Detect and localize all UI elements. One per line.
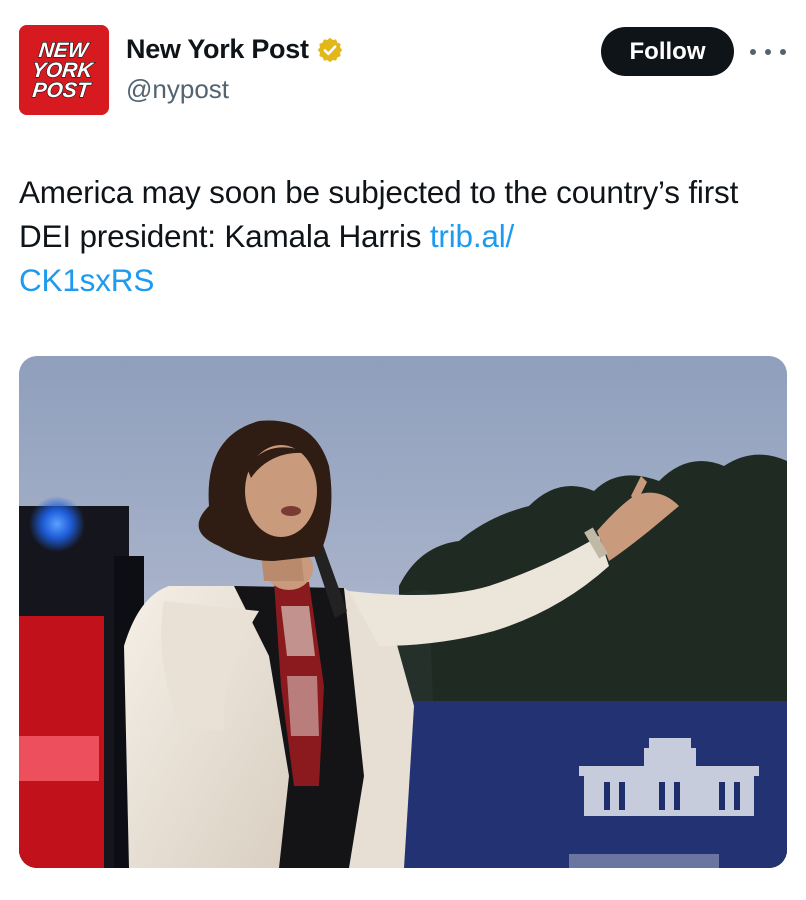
account-name-row: New York Post	[126, 34, 344, 65]
dot	[765, 49, 771, 55]
tweet-text: America may soon be subjected to the cou…	[19, 170, 789, 302]
follow-button[interactable]: Follow	[601, 27, 734, 76]
avatar-text-post: POST	[31, 79, 93, 102]
nypost-logo-icon: NEW YORK POST	[19, 25, 109, 115]
tweet-link-part2: CK1sxRS	[19, 262, 155, 298]
more-dots-icon[interactable]	[750, 40, 786, 64]
photo-woman-speaking-icon	[19, 356, 787, 868]
tweet-body: America may soon be subjected to the cou…	[19, 174, 739, 254]
display-name[interactable]: New York Post	[126, 34, 309, 65]
tweet-photo[interactable]	[19, 356, 787, 868]
dot	[780, 49, 786, 55]
gold-verified-badge-icon[interactable]	[316, 36, 344, 64]
tweet-link-part1: trib.al/	[429, 218, 515, 254]
nypost-avatar[interactable]: NEW YORK POST	[19, 25, 109, 115]
dot	[750, 49, 756, 55]
account-handle[interactable]: @nypost	[126, 74, 229, 105]
